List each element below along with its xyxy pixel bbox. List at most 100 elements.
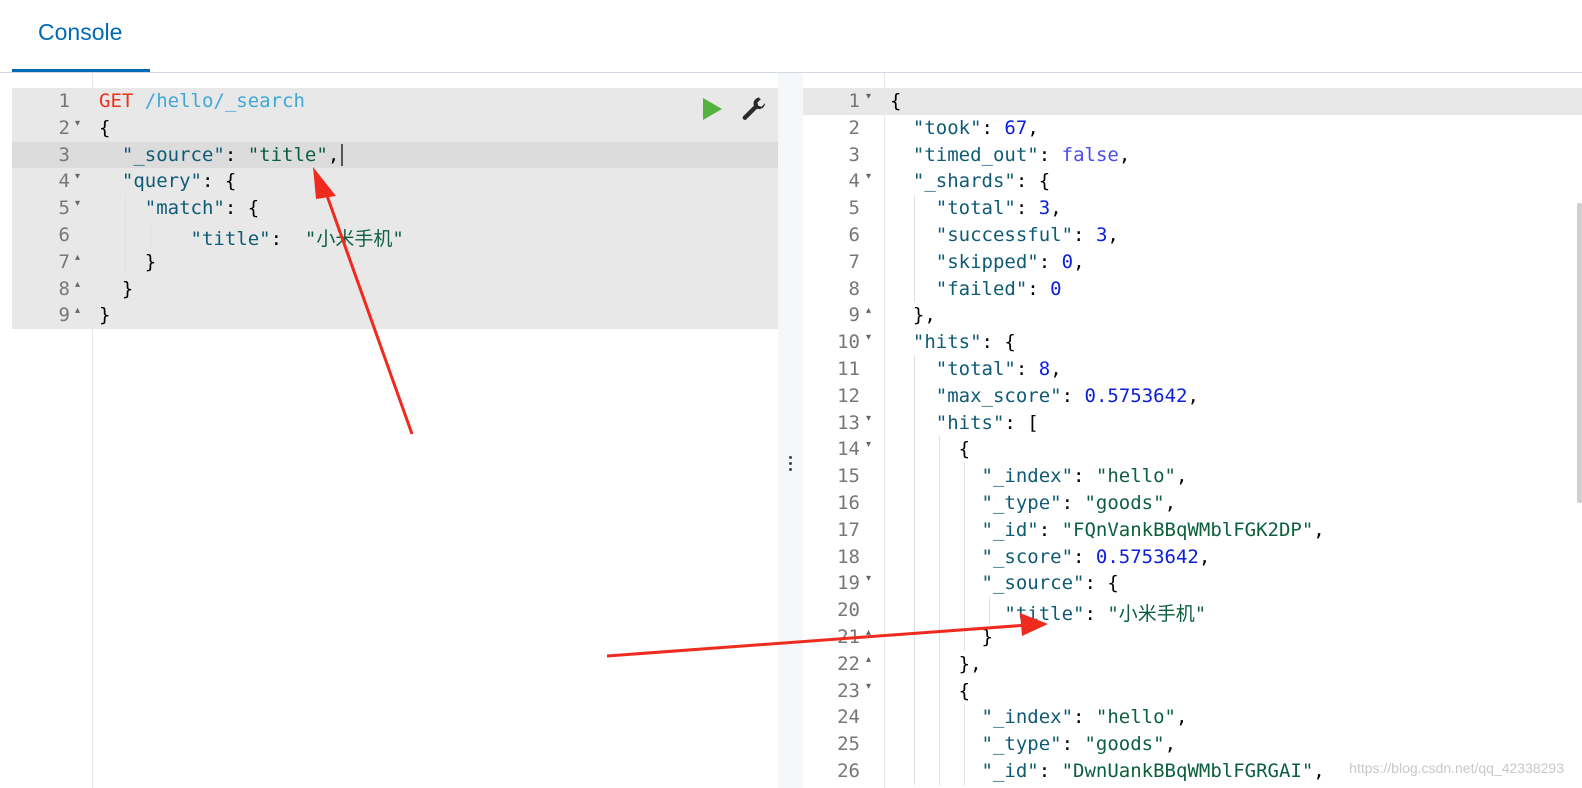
tab-console[interactable]: Console [12, 0, 150, 72]
code-line[interactable]: 3 "timed_out": false, [803, 142, 1582, 169]
code-line[interactable]: 17 "_id": "FQnVankBBqWMblFGK2DP", [803, 517, 1582, 544]
code-line[interactable]: 11 "total": 8, [803, 356, 1582, 383]
line-number: 18 [837, 545, 860, 568]
code-line[interactable]: 19 ▾ "_source": { [803, 570, 1582, 597]
code-line[interactable]: 3 "_source": "title", [12, 141, 778, 169]
indent-guide [914, 195, 915, 303]
code-line[interactable]: 4 ▾ "_shards": { [803, 168, 1582, 195]
unfold-arrow-icon[interactable]: ▴ [75, 279, 80, 290]
request-editor[interactable]: 1 GET /hello/_search 2 ▾{3 "_source": "titl… [12, 73, 778, 788]
code-line[interactable]: 2 "took": 67, [803, 115, 1582, 142]
code-line[interactable]: 1 GET /hello/_search [12, 88, 778, 115]
code-line[interactable]: 1 ▾{ [803, 88, 1582, 115]
code-text: } [99, 304, 111, 327]
fold-arrow-icon[interactable]: ▾ [866, 439, 871, 450]
unfold-arrow-icon[interactable]: ▴ [866, 305, 871, 316]
code-line[interactable]: 18 "_score": 0.5753642, [803, 544, 1582, 571]
response-viewer[interactable]: 1 ▾ {2 "took": 67, 3 "timed_out": false, 4 ▾ … [803, 73, 1582, 788]
line-number: 6 [58, 223, 70, 246]
code-line[interactable]: 25 "_type": "goods", [803, 731, 1582, 758]
code-line[interactable]: 5 ▾ "match": { [12, 195, 778, 222]
unfold-arrow-icon[interactable]: ▴ [75, 305, 80, 316]
code-text: }, [958, 652, 982, 675]
code-text: "_shards": { [912, 170, 1051, 193]
line-gutter: 9 ▴ [12, 302, 92, 329]
line-number: 8 [848, 277, 860, 300]
request-settings-button[interactable] [740, 95, 768, 123]
code-text: { [958, 438, 971, 461]
code-line[interactable]: 7 ▴ } [12, 248, 778, 276]
code-line[interactable]: 21 ▴ } [803, 624, 1582, 651]
code-text: { [958, 679, 971, 702]
code-line[interactable]: 9 ▴ }, [803, 302, 1582, 329]
code-text: "failed": 0 [935, 277, 1062, 300]
line-gutter: 4 ▾ [803, 168, 884, 195]
code-line[interactable]: 6 "title": "小米手机" [12, 221, 778, 250]
unfold-arrow-icon[interactable]: ▴ [866, 627, 871, 638]
fold-arrow-icon[interactable]: ▾ [866, 573, 871, 584]
line-gutter: 3 [803, 142, 884, 169]
code-text: "hits": { [912, 331, 1016, 354]
fold-arrow-icon[interactable]: ▾ [75, 171, 80, 182]
code-line[interactable]: 24 "_index": "hello", [803, 704, 1582, 731]
line-gutter: 17 [803, 517, 884, 544]
code-text: GET /hello/_search [99, 90, 305, 112]
code-text: "total": 3, [935, 197, 1062, 220]
code-text: "max_score": 0.5753642, [935, 384, 1199, 407]
fold-arrow-icon[interactable]: ▾ [866, 332, 871, 343]
code-line[interactable]: 16 "_type": "goods", [803, 490, 1582, 517]
code-line[interactable]: 13 ▾ "hits": [ [803, 410, 1582, 437]
code-line[interactable]: 6 "successful": 3, [803, 222, 1582, 249]
response-scrollbar[interactable] [1577, 203, 1582, 503]
line-number: 7 [58, 250, 70, 273]
drag-handle-icon[interactable] [787, 453, 793, 477]
fold-arrow-icon[interactable]: ▾ [866, 413, 871, 424]
code-text: "_type": "goods", [981, 491, 1177, 514]
fold-arrow-icon[interactable]: ▾ [75, 198, 80, 209]
line-number: 10 [837, 331, 860, 354]
code-line[interactable]: 5 "total": 3, [803, 195, 1582, 222]
line-number: 2 [58, 116, 70, 139]
line-number: 6 [848, 223, 860, 246]
code-text: "_source": { [981, 572, 1119, 595]
code-line[interactable]: 23 ▾ { [803, 678, 1582, 705]
code-line[interactable]: 14 ▾ { [803, 436, 1582, 463]
line-number: 1 [848, 90, 860, 112]
line-number: 13 [837, 411, 860, 434]
code-line[interactable]: 20 "title": "小米手机" [803, 597, 1582, 625]
code-line[interactable]: 15 "_index": "hello", [803, 463, 1582, 490]
indent-guide [150, 222, 151, 249]
line-number: 9 [58, 304, 70, 327]
line-gutter: 1 [12, 88, 92, 115]
fold-arrow-icon[interactable]: ▾ [866, 171, 871, 182]
code-text: "_source": "title", [99, 144, 344, 167]
code-line[interactable]: 8 "failed": 0 [803, 276, 1582, 303]
code-line[interactable]: 12 "max_score": 0.5753642, [803, 383, 1582, 410]
fold-arrow-icon[interactable]: ▾ [866, 91, 871, 102]
fold-arrow-icon[interactable]: ▾ [75, 118, 80, 129]
line-gutter: 20 [803, 597, 884, 624]
code-line[interactable]: 10 ▾ "hits": { [803, 329, 1582, 356]
code-line[interactable]: 9 ▴} [12, 302, 778, 330]
unfold-arrow-icon[interactable]: ▴ [866, 654, 871, 665]
line-gutter: 12 [803, 383, 884, 410]
code-line[interactable]: 2 ▾{ [12, 114, 778, 142]
line-gutter: 8 [803, 276, 884, 303]
request-code-area[interactable]: 1 GET /hello/_search 2 ▾{3 "_source": "titl… [12, 88, 778, 330]
code-line[interactable]: 22 ▴ }, [803, 651, 1582, 678]
code-text: "total": 8, [935, 357, 1062, 380]
fold-arrow-icon[interactable]: ▾ [866, 681, 871, 692]
code-text: "hits": [ [935, 411, 1039, 434]
code-text: "_type": "goods", [981, 733, 1177, 756]
run-request-button[interactable] [700, 97, 724, 121]
pane-resize-divider[interactable] [778, 73, 803, 788]
code-text: }, [912, 304, 936, 327]
response-code-area[interactable]: 1 ▾ {2 "took": 67, 3 "timed_out": false, 4 ▾ … [803, 88, 1582, 785]
code-line[interactable]: 7 "skipped": 0, [803, 249, 1582, 276]
line-gutter: 22 ▴ [803, 651, 884, 678]
code-line[interactable]: 4 ▾ "query": { [12, 168, 778, 196]
unfold-arrow-icon[interactable]: ▴ [75, 252, 80, 263]
code-line[interactable]: 8 ▴ } [12, 275, 778, 303]
tab-bar: Console [0, 0, 1582, 73]
code-text: "successful": 3, [935, 223, 1119, 246]
